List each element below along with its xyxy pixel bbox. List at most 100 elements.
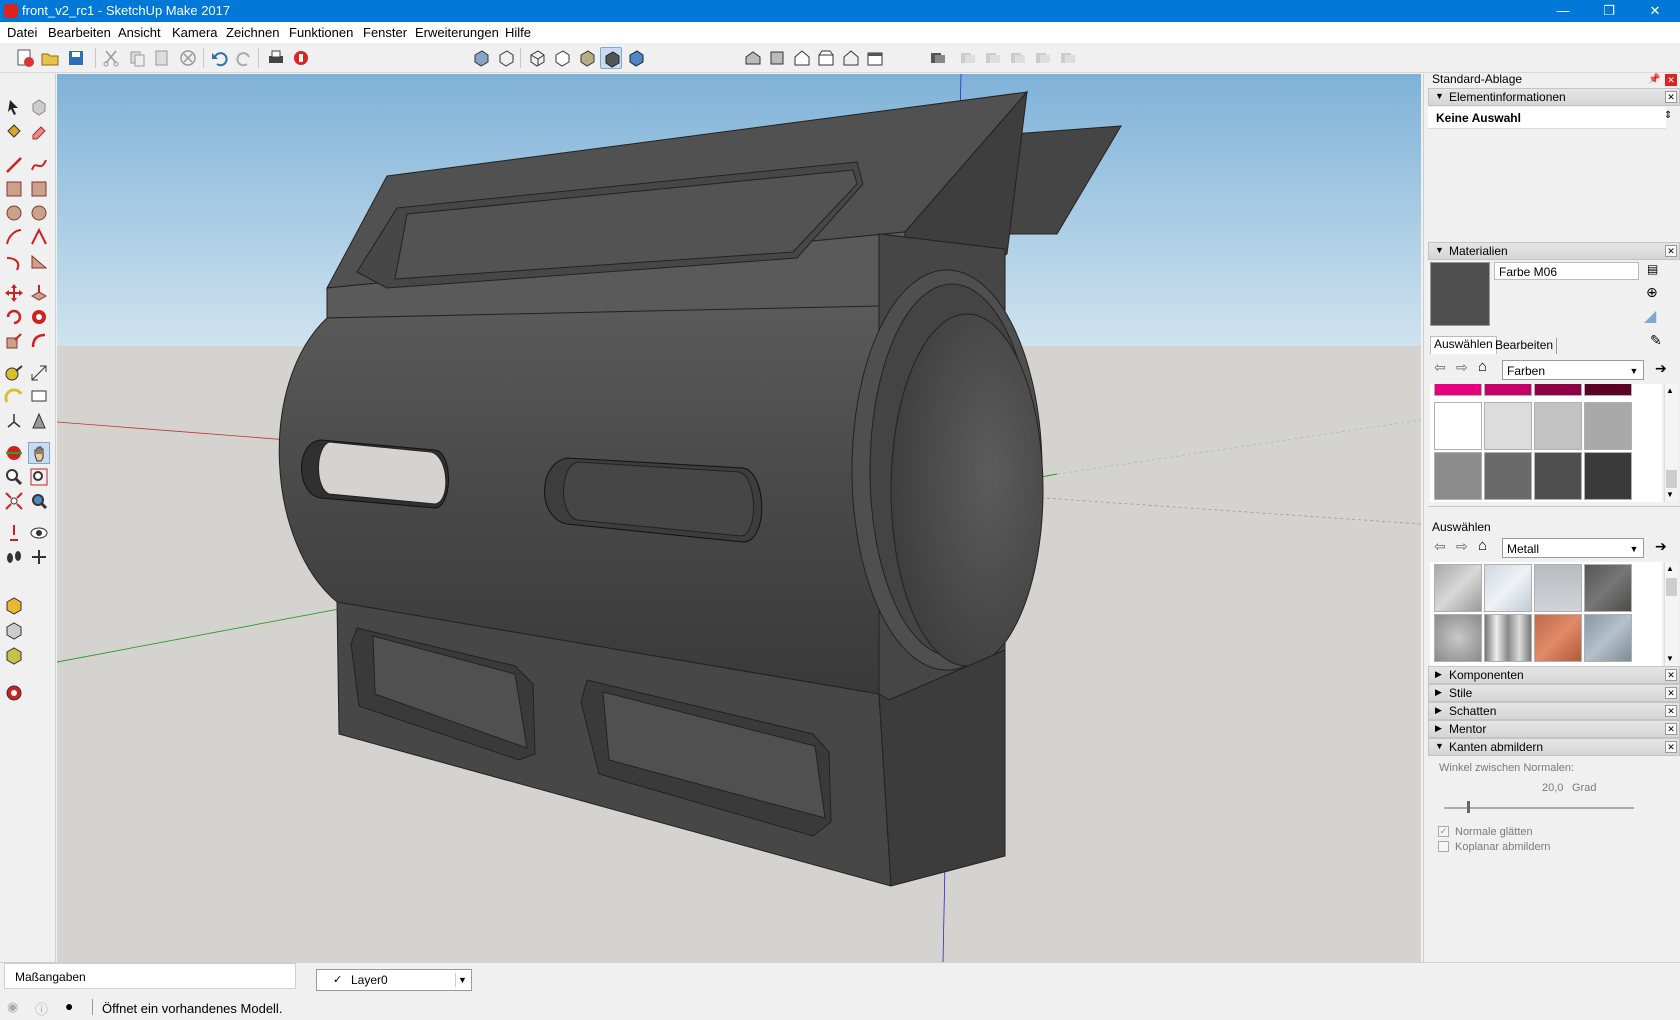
tray-close-icon[interactable]: ✕: [1665, 74, 1677, 86]
entity-detail-toggle-icon[interactable]: ⇕: [1664, 110, 1678, 126]
section-export-icon[interactable]: [1057, 47, 1079, 69]
home-icon-2[interactable]: ⌂: [1478, 537, 1487, 554]
monochrome-icon[interactable]: [625, 47, 647, 69]
entity-info-close-icon[interactable]: ✕: [1665, 91, 1677, 103]
back-arrow-icon-2[interactable]: ⇦: [1434, 538, 1446, 555]
menu-view[interactable]: Ansicht: [118, 25, 161, 40]
restore-button[interactable]: ❐: [1586, 0, 1632, 22]
geo-location-icon[interactable]: ◉: [7, 999, 18, 1015]
scroll-thumb[interactable]: [1666, 470, 1677, 488]
entity-info-header[interactable]: ▼ Elementinformationen ✕: [1428, 88, 1680, 106]
extension-warehouse-icon[interactable]: [3, 644, 25, 666]
section-display-icon[interactable]: [957, 47, 979, 69]
polygon-tool-icon[interactable]: [28, 202, 50, 224]
orbit-tool-icon[interactable]: [3, 442, 25, 464]
model-viewport[interactable]: [57, 74, 1421, 962]
line-tool-icon[interactable]: [3, 154, 25, 176]
pan-tool-icon[interactable]: [28, 442, 50, 464]
position-camera-icon[interactable]: [3, 522, 25, 544]
cut-icon[interactable]: [100, 47, 122, 69]
soften-coplanar-checkbox[interactable]: [1438, 841, 1449, 852]
left-view-icon[interactable]: [864, 47, 886, 69]
create-material-icon[interactable]: ⊕: [1646, 284, 1658, 301]
swatch-metal-steel[interactable]: [1484, 564, 1532, 612]
protractor-icon[interactable]: [3, 386, 25, 408]
swatch-magenta[interactable]: [1484, 384, 1532, 396]
swatch-dark-grey[interactable]: [1534, 452, 1582, 500]
copy-icon[interactable]: [126, 47, 148, 69]
shaded-textures-icon[interactable]: [600, 47, 622, 69]
library-details-icon[interactable]: ➔: [1655, 360, 1667, 377]
print-icon[interactable]: [265, 47, 287, 69]
zoom-window-icon[interactable]: [28, 466, 50, 488]
swatch-white[interactable]: [1434, 402, 1482, 450]
section-cuts-icon[interactable]: [982, 47, 1004, 69]
section-plane-icon[interactable]: [927, 47, 949, 69]
scroll-thumb-2[interactable]: [1666, 578, 1677, 596]
front-view-icon[interactable]: [791, 47, 813, 69]
pin-icon[interactable]: 📌: [1648, 74, 1660, 85]
measurements-box[interactable]: Maßangaben: [4, 963, 296, 989]
undo-icon[interactable]: [209, 47, 231, 69]
scroll-up-icon[interactable]: ▲: [1666, 386, 1674, 395]
home-icon[interactable]: ⌂: [1478, 358, 1487, 375]
forward-arrow-icon-2[interactable]: ⇨: [1456, 538, 1468, 555]
xray-icon[interactable]: [470, 47, 492, 69]
swatch-metal-dark[interactable]: [1584, 564, 1632, 612]
menu-file[interactable]: Datei: [7, 25, 37, 40]
redo-icon[interactable]: [233, 47, 255, 69]
two-point-arc-icon[interactable]: [28, 226, 50, 248]
shaded-icon[interactable]: [576, 47, 598, 69]
swatch-metal-tread[interactable]: [1434, 614, 1482, 662]
swatch-crimson[interactable]: [1534, 384, 1582, 396]
3d-text-icon[interactable]: [28, 410, 50, 432]
close-button[interactable]: ✕: [1632, 0, 1678, 22]
scene-canvas[interactable]: [57, 74, 1421, 962]
menu-help[interactable]: Hilfe: [505, 25, 531, 40]
credits-icon[interactable]: ⓘ: [35, 999, 48, 1018]
styles-close-icon[interactable]: ✕: [1665, 687, 1677, 699]
components-header[interactable]: ▶ Komponenten ✕: [1428, 666, 1680, 684]
look-around-icon[interactable]: [28, 522, 50, 544]
shadows-header[interactable]: ▶ Schatten ✕: [1428, 702, 1680, 720]
previous-view-icon[interactable]: [28, 490, 50, 512]
push-pull-icon[interactable]: [28, 282, 50, 304]
hidden-line-icon[interactable]: [551, 47, 573, 69]
make-component-icon[interactable]: [28, 96, 50, 118]
materials-header[interactable]: ▼ Materialien ✕: [1428, 242, 1680, 260]
rectangle-tool-icon[interactable]: [3, 178, 25, 200]
swatch-mid-grey[interactable]: [1434, 452, 1482, 500]
details-icon[interactable]: ▤: [1647, 262, 1658, 276]
shadows-close-icon[interactable]: ✕: [1665, 705, 1677, 717]
angle-slider-track[interactable]: [1444, 807, 1634, 809]
arc-tool-icon[interactable]: [3, 226, 25, 248]
three-point-arc-icon[interactable]: [3, 250, 25, 272]
save-icon[interactable]: [65, 47, 87, 69]
scale-tool-icon[interactable]: [3, 330, 25, 352]
material-name-field[interactable]: Farbe M06: [1494, 262, 1639, 280]
menu-draw[interactable]: Zeichnen: [226, 25, 279, 40]
section-toggle-icon[interactable]: [1032, 47, 1054, 69]
walk-tool-icon[interactable]: [3, 546, 25, 568]
eraser-icon[interactable]: [28, 121, 50, 143]
swatch-charcoal[interactable]: [1584, 452, 1632, 500]
follow-me-icon[interactable]: [28, 306, 50, 328]
back-arrow-icon[interactable]: ⇦: [1434, 359, 1446, 376]
library-dropdown-bottom[interactable]: Metall ▼: [1502, 538, 1644, 558]
swatch-dim-grey[interactable]: [1484, 452, 1532, 500]
extension-manager-icon[interactable]: [3, 682, 25, 704]
menu-camera[interactable]: Kamera: [172, 25, 218, 40]
circle-tool-icon[interactable]: [3, 202, 25, 224]
iso-view-icon[interactable]: [742, 47, 764, 69]
zoom-tool-icon[interactable]: [3, 466, 25, 488]
rotate-tool-icon[interactable]: [3, 306, 25, 328]
swatch-metal-rust[interactable]: [1534, 614, 1582, 662]
rotated-rectangle-icon[interactable]: [28, 178, 50, 200]
swatch-metal-brushed[interactable]: [1434, 564, 1482, 612]
smooth-normals-checkbox[interactable]: ✓: [1438, 826, 1449, 837]
swatch-metal-chrome[interactable]: [1484, 614, 1532, 662]
swatch-pink[interactable]: [1434, 384, 1482, 396]
top-view-icon[interactable]: [766, 47, 788, 69]
swatch-maroon[interactable]: [1584, 384, 1632, 396]
open-file-icon[interactable]: [39, 47, 61, 69]
